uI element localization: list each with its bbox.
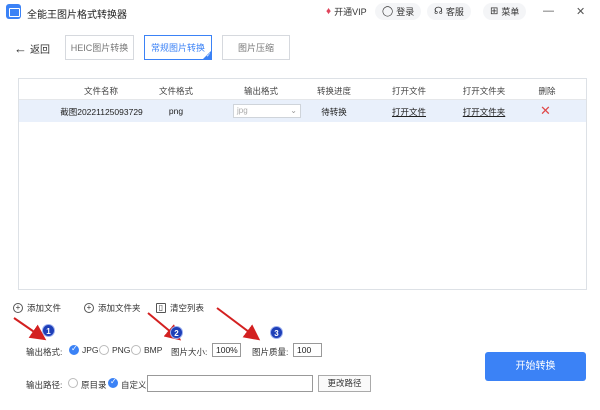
change-path-button[interactable]: 更改路径 xyxy=(318,375,371,392)
image-size-label: 图片大小: xyxy=(171,347,208,357)
annotation-arrow-1 xyxy=(13,317,47,341)
image-quality-input[interactable]: 100 xyxy=(293,343,322,357)
annotation-badge-2: 2 xyxy=(170,326,183,339)
image-quality-label: 图片质量: xyxy=(252,347,289,357)
annotation-arrow-3 xyxy=(216,307,261,341)
annotation-badge-3: 3 xyxy=(270,326,283,339)
radio-jpg-label: JPG xyxy=(82,345,99,355)
radio-bmp-label: BMP xyxy=(144,345,163,355)
radio-original-dir-label: 原目录 xyxy=(81,380,107,390)
output-format-label: 输出格式: xyxy=(26,347,63,357)
radio-jpg[interactable] xyxy=(69,344,79,355)
radio-bmp[interactable] xyxy=(131,345,141,355)
start-convert-button[interactable]: 开始转换 xyxy=(485,352,586,381)
output-path-input[interactable] xyxy=(147,375,313,392)
output-path-label: 输出路径: xyxy=(26,380,63,390)
radio-png-label: PNG xyxy=(112,345,131,355)
radio-custom-dir-label: 自定义 xyxy=(121,380,147,390)
radio-custom-dir[interactable] xyxy=(108,377,118,388)
annotation-badge-1: 1 xyxy=(42,324,55,337)
image-size-input[interactable]: 100% xyxy=(212,343,241,357)
radio-original-dir[interactable] xyxy=(68,378,78,388)
radio-png[interactable] xyxy=(99,345,109,355)
